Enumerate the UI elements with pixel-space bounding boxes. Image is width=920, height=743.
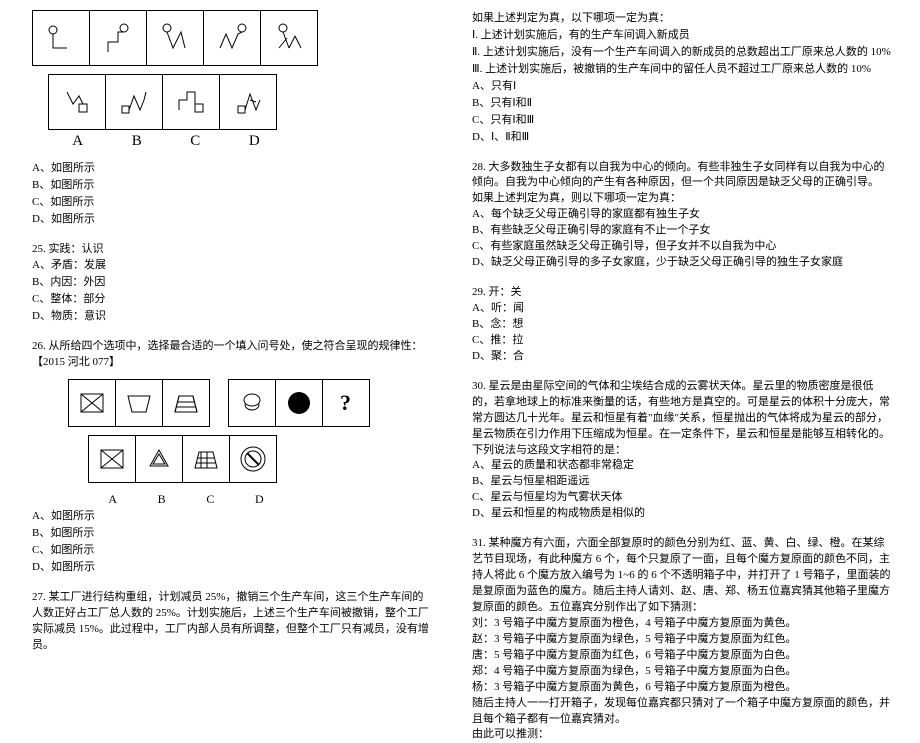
q31-g1: 刘：3 号箱子中魔方复原面为橙色，4 号箱子中魔方复原面为黄色。 [472, 616, 892, 632]
q24-r2-b [106, 75, 163, 129]
q30-opt-a: A、星云的质量和状态都非常稳定 [472, 458, 892, 474]
q24-label-d: D [249, 131, 260, 153]
q24-r2-c [163, 75, 220, 129]
q24-label-c: C [190, 131, 200, 153]
q31-g4: 郑：4 号箱子中魔方复原面为绿色，5 号箱子中魔方复原面为白色。 [472, 664, 892, 680]
q24-letters: A B C D [48, 131, 284, 153]
q29-opt-c: C、推：拉 [472, 333, 892, 349]
q31: 31. 某种魔方有六面，六面全部复原时的颜色分别为红、蓝、黄、白、绿、橙。在某综… [472, 536, 892, 743]
q26-opt-c: C、如图所示 [32, 543, 432, 559]
q30-opt-d: D、星云和恒星的构成物质是相似的 [472, 506, 892, 522]
q24-opt-c: C、如图所示 [32, 195, 432, 211]
q25: 25. 实践：认识 A、矛盾：发展 B、内因：外因 C、整体：部分 D、物质：意… [32, 242, 432, 326]
q25-title: 25. 实践：认识 [32, 242, 432, 258]
q27-opt-a: A、只有Ⅰ [472, 79, 892, 95]
q30: 30. 星云是由星际空间的气体和尘埃结合成的云雾状天体。星云里的物质密度是很低的… [472, 379, 892, 522]
q28-lead: 如果上述判定为真，则以下哪项一定为真： [472, 191, 892, 207]
q26-fig-row2 [88, 435, 277, 483]
q26-fig-row1 [68, 379, 210, 427]
q30-opt-c: C、星云与恒星均为气雾状天体 [472, 490, 892, 506]
q27-opt-d: D、Ⅰ、Ⅱ和Ⅲ [472, 130, 892, 146]
q24-opt-b: B、如图所示 [32, 178, 432, 194]
q28-opt-c: C、有些家庭虽然缺乏父母正确引导，但子女并不以自我为中心 [472, 239, 892, 255]
q24-options: A、如图所示 B、如图所示 C、如图所示 D、如图所示 [32, 161, 432, 228]
q24-opt-a: A、如图所示 [32, 161, 432, 177]
q24-fig-row2 [48, 74, 277, 130]
q29: 29. 开：关 A、听：闻 B、念：想 C、推：拉 D、聚：合 [472, 285, 892, 365]
q24-r1-2 [90, 11, 147, 65]
q29-title: 29. 开：关 [472, 285, 892, 301]
q26-letters: A B C D [88, 491, 284, 508]
q24-label-a: A [72, 131, 83, 153]
q30-opt-b: B、星云与恒星相距遥远 [472, 474, 892, 490]
q30-lead: 下列说法与这段文字相符的是： [472, 443, 892, 459]
q31-lead: 由此可以推测： [472, 727, 892, 743]
q28-opt-b: B、有些缺乏父母正确引导的家庭有不止一个子女 [472, 223, 892, 239]
q27-title: 27. 某工厂进行结构重组，计划减员 25%，撤销三个生产车间，这三个生产车间的… [32, 590, 432, 654]
q27-continued: 如果上述判定为真，以下哪项一定为真： Ⅰ. 上述计划实施后，有的生产车间调入新成… [472, 11, 892, 146]
q25-opt-b: B、内因：外因 [32, 275, 432, 291]
q31-tail: 随后主持人一一打开箱子，发现每位嘉宾都只猜对了一个箱子中魔方复原面的颜色，并且每… [472, 696, 892, 728]
q27-opt-b: B、只有Ⅰ和Ⅱ [472, 96, 892, 112]
q28-opt-d: D、缺乏父母正确引导的多子女家庭，少于缺乏父母正确引导的独生子女家庭 [472, 255, 892, 271]
q24-label-b: B [132, 131, 142, 153]
q24-r2-a [49, 75, 106, 129]
q26-fig-row1b: ? [228, 379, 370, 427]
q26: 26. 从所给四个选项中，选择最合适的一个填入问号处，使之符合呈现的规律性：【2… [32, 339, 432, 576]
q27-lead: 如果上述判定为真，以下哪项一定为真： [472, 11, 892, 27]
q29-opt-b: B、念：想 [472, 317, 892, 333]
q25-opt-d: D、物质：意识 [32, 309, 432, 325]
q24-r1-3 [147, 11, 204, 65]
q31-g2: 赵：3 号箱子中魔方复原面为绿色，5 号箱子中魔方复原面为红色。 [472, 632, 892, 648]
q26-opt-a: A、如图所示 [32, 509, 432, 525]
q25-opt-a: A、矛盾：发展 [32, 258, 432, 274]
q26-title: 26. 从所给四个选项中，选择最合适的一个填入问号处，使之符合呈现的规律性：【2… [32, 339, 432, 371]
q28-opt-a: A、每个缺乏父母正确引导的家庭都有独生子女 [472, 207, 892, 223]
q28-title: 28. 大多数独生子女都有以自我为中心的倾向。有些非独生子女同样有以自我为中心的… [472, 160, 892, 192]
q24-r1-1 [33, 11, 90, 65]
q29-opt-a: A、听：闻 [472, 301, 892, 317]
q24-r1-5 [261, 11, 317, 65]
q25-opt-c: C、整体：部分 [32, 292, 432, 308]
q26-opt-b: B、如图所示 [32, 526, 432, 542]
q26-opt-d: D、如图所示 [32, 560, 432, 576]
q24-r1-4 [204, 11, 261, 65]
q27-i: Ⅰ. 上述计划实施后，有的生产车间调入新成员 [472, 28, 892, 44]
q27-opt-c: C、只有Ⅰ和Ⅲ [472, 113, 892, 129]
q27: 27. 某工厂进行结构重组，计划减员 25%，撤销三个生产车间，这三个生产车间的… [32, 590, 432, 654]
q24-r2-d [220, 75, 276, 129]
q27-iii: Ⅲ. 上述计划实施后，被撤销的生产车间中的留任人员不超过工厂原来总人数的 10% [472, 62, 892, 78]
q31-title: 31. 某种魔方有六面，六面全部复原时的颜色分别为红、蓝、黄、白、绿、橙。在某综… [472, 536, 892, 616]
q24-opt-d: D、如图所示 [32, 212, 432, 228]
q30-title: 30. 星云是由星际空间的气体和尘埃结合成的云雾状天体。星云里的物质密度是很低的… [472, 379, 892, 443]
q31-g3: 唐：5 号箱子中魔方复原面为红色，6 号箱子中魔方复原面为白色。 [472, 648, 892, 664]
question-mark-icon: ? [340, 387, 351, 419]
q29-opt-d: D、聚：合 [472, 349, 892, 365]
q27-ii: Ⅱ. 上述计划实施后，没有一个生产车间调入的新成员的总数超出工厂原来总人数的 1… [472, 45, 892, 61]
q28: 28. 大多数独生子女都有以自我为中心的倾向。有些非独生子女同样有以自我为中心的… [472, 160, 892, 272]
q31-g5: 杨：3 号箱子中魔方复原面为黄色，6 号箱子中魔方复原面为橙色。 [472, 680, 892, 696]
q24-fig-row1 [32, 10, 318, 66]
